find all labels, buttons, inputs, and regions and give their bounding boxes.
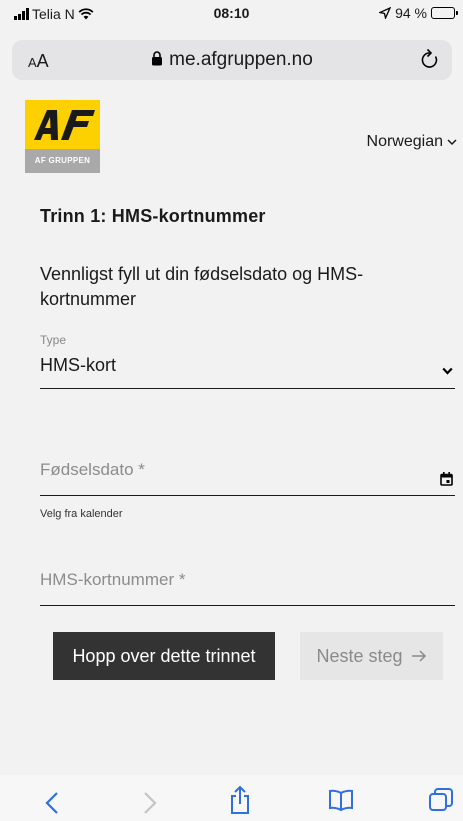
address-bar[interactable]: AA me.afgruppen.no [12, 40, 452, 80]
browser-toolbar [0, 775, 463, 821]
forward-icon[interactable] [143, 791, 157, 815]
birthdate-field[interactable]: Fødselsdato * [40, 460, 455, 496]
bookmarks-icon[interactable] [328, 789, 354, 811]
hms-card-number-field[interactable]: HMS-kortnummer * [40, 570, 455, 606]
calendar-icon[interactable] [440, 472, 453, 486]
logo-caption: AF GRUPPEN [25, 149, 100, 173]
birthdate-helper-text: Velg fra kalender [40, 508, 123, 520]
language-selector[interactable]: Norwegian [367, 133, 457, 151]
af-logo-mark [34, 110, 95, 140]
birthdate-placeholder: Fødselsdato * [40, 460, 145, 479]
status-bar: Telia N 08:10 94 % [0, 0, 463, 28]
type-value: HMS-kort [40, 355, 116, 375]
chevron-down-icon [442, 367, 453, 375]
instructions-text: Vennligst fyll ut din fødselsdato og HMS… [40, 264, 364, 309]
type-select[interactable]: HMS-kort [40, 355, 455, 389]
hms-card-placeholder: HMS-kortnummer * [40, 570, 186, 589]
share-icon[interactable] [229, 785, 251, 815]
back-icon[interactable] [45, 791, 59, 815]
url-display[interactable]: me.afgruppen.no [12, 49, 452, 71]
language-label: Norwegian [366, 133, 443, 150]
chevron-down-icon [447, 138, 457, 145]
af-gruppen-logo: AF GRUPPEN [25, 100, 100, 173]
step-title: Trinn 1: HMS-kortnummer [40, 206, 266, 226]
type-label: Type [40, 333, 67, 347]
battery-icon [431, 7, 458, 19]
reload-icon[interactable] [420, 48, 440, 70]
url-text: me.afgruppen.no [169, 49, 313, 70]
battery-percent: 94 % [395, 5, 427, 21]
arrow-right-icon [411, 650, 426, 662]
lock-icon [152, 51, 163, 66]
skip-step-button[interactable]: Hopp over dette trinnet [53, 632, 275, 680]
location-arrow-icon [379, 7, 392, 19]
status-right: 94 % [379, 5, 458, 21]
next-step-button[interactable]: Neste steg [300, 632, 443, 680]
tabs-icon[interactable] [428, 787, 454, 813]
next-step-label: Neste steg [316, 645, 403, 666]
